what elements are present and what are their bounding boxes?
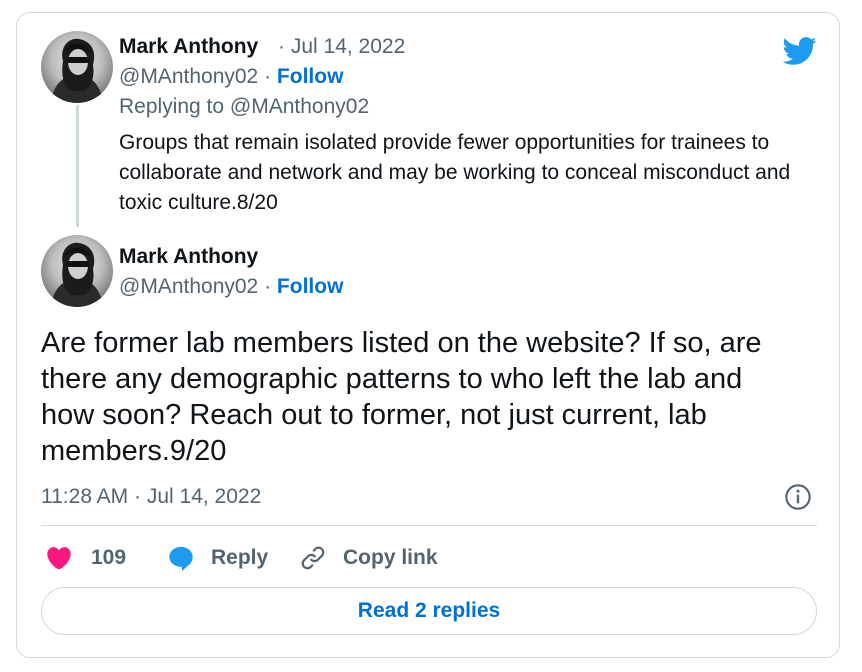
date-separator: · <box>278 35 285 58</box>
copy-link-label: Copy link <box>343 546 438 569</box>
reply-label: Reply <box>211 546 269 569</box>
follow-button[interactable]: Follow <box>277 275 344 298</box>
avatar[interactable] <box>41 31 113 103</box>
handle-row: @MAnthony02 · Follow <box>119 65 343 89</box>
author-handle[interactable]: @MAnthony02 <box>119 275 258 298</box>
profile-photo <box>51 242 103 307</box>
author-handle[interactable]: @MAnthony02 <box>119 65 258 88</box>
main-tweet-text: Are former lab members listed on the web… <box>41 327 762 467</box>
profile-photo <box>51 38 103 103</box>
thread-line <box>76 105 79 227</box>
replying-to-handle[interactable]: @MAnthony02 <box>230 95 369 118</box>
read-replies-button[interactable]: Read 2 replies <box>41 587 817 635</box>
follow-separator: · <box>264 65 272 88</box>
tweet-date-row: · Jul 14, 2022 <box>278 35 405 59</box>
copy-link-button[interactable]: Copy link <box>299 542 438 574</box>
link-icon <box>301 546 325 570</box>
tweet-timestamp[interactable]: 11:28 AM · Jul 14, 2022 <box>41 485 261 509</box>
divider <box>41 525 817 526</box>
twitter-bird-icon[interactable] <box>781 33 817 69</box>
speech-bubble-icon <box>169 546 193 571</box>
handle-row: @MAnthony02 · Follow <box>119 275 343 299</box>
info-icon[interactable] <box>784 483 812 511</box>
follow-separator: · <box>264 275 272 298</box>
replying-to-prefix: Replying to <box>119 95 225 118</box>
replying-to: Replying to @MAnthony02 <box>119 95 369 119</box>
like-count: 109 <box>91 546 127 569</box>
like-button[interactable]: 109 <box>45 542 126 574</box>
read-replies-label: Read 2 replies <box>357 599 501 622</box>
reply-tweet-text: Groups that remain isolated provide fewe… <box>119 131 791 214</box>
author-name[interactable]: Mark Anthony <box>119 35 258 59</box>
author-name[interactable]: Mark Anthony <box>119 245 258 269</box>
heart-icon <box>47 547 71 570</box>
reply-button[interactable]: Reply <box>167 542 268 574</box>
avatar[interactable] <box>41 235 113 307</box>
tweet-date[interactable]: Jul 14, 2022 <box>291 35 405 58</box>
follow-button[interactable]: Follow <box>277 65 344 88</box>
embedded-tweet-card: Mark Anthony · Jul 14, 2022 @MAnthony02 … <box>16 12 840 658</box>
